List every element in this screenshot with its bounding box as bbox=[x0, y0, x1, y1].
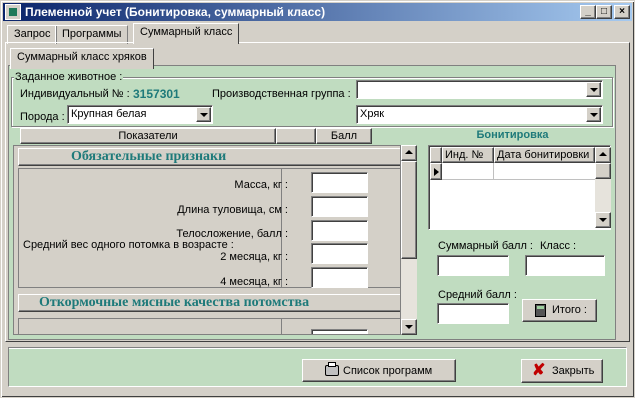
total-button[interactable]: Итого : bbox=[522, 299, 597, 322]
field-input-mass[interactable] bbox=[311, 172, 368, 193]
grid-header-ind-number[interactable]: Инд. № bbox=[442, 147, 494, 163]
close-x-icon: ✘ bbox=[532, 362, 546, 379]
title-bar[interactable]: Племенной учет (Бонитировка, суммарный к… bbox=[3, 3, 632, 21]
field-input-4-months[interactable] bbox=[311, 267, 368, 288]
field-input-body-length[interactable] bbox=[311, 196, 368, 217]
scroll-thumb[interactable] bbox=[401, 161, 417, 259]
animal-group-label: Заданное животное : bbox=[14, 71, 124, 83]
field-input-2-months[interactable] bbox=[311, 243, 368, 264]
header-score: Балл bbox=[316, 128, 372, 144]
chevron-up-icon bbox=[405, 150, 413, 154]
sex-value: Хряк bbox=[360, 108, 385, 120]
grid-cell[interactable] bbox=[442, 163, 494, 180]
window-title: Племенной учет (Бонитировка, суммарный к… bbox=[25, 5, 326, 19]
tab-summary-class[interactable]: Суммарный класс bbox=[133, 23, 240, 44]
offspring-weight-label: Средний вес одного потомка в возрасте : bbox=[23, 239, 234, 251]
indicators-scroll-area[interactable]: Обязательные признаки Масса, кг : Длина … bbox=[13, 145, 401, 335]
close-button[interactable]: ✘ Закрыть bbox=[521, 359, 603, 383]
chevron-down-icon bbox=[405, 325, 413, 329]
total-button-label: Итого : bbox=[552, 304, 587, 316]
calculator-icon bbox=[535, 304, 546, 317]
total-score-label: Суммарный балл : bbox=[438, 240, 533, 252]
calculator-display bbox=[537, 306, 544, 309]
field-label-4-months: 4 месяца, кг : bbox=[220, 276, 288, 288]
field-input-conformation[interactable] bbox=[311, 220, 368, 241]
mandatory-section-title: Обязательные признаки bbox=[71, 149, 227, 164]
grid-scroll-thumb[interactable] bbox=[595, 163, 611, 179]
mandatory-fields-panel: Масса, кг : Длина туловища, см : Телосло… bbox=[18, 168, 400, 288]
breed-combo[interactable]: Крупная белая bbox=[67, 105, 213, 124]
fattening-section-title: Откормочные мясные качества потомства bbox=[39, 295, 310, 310]
total-score-field[interactable] bbox=[437, 255, 509, 276]
grid-corner bbox=[430, 147, 442, 163]
grid-header-bonitation-date[interactable]: Дата бонитировки bbox=[494, 147, 595, 163]
grid-row-indicator bbox=[430, 163, 442, 180]
row-pointer-icon bbox=[434, 168, 439, 176]
header-bonitation: Бонитировка bbox=[476, 129, 549, 141]
chevron-down-icon bbox=[590, 113, 598, 117]
field-label-mass: Масса, кг : bbox=[234, 179, 288, 191]
app-icon bbox=[5, 4, 21, 20]
header-indicators: Показатели bbox=[20, 128, 276, 144]
scroll-down-button[interactable] bbox=[401, 319, 417, 335]
programs-list-button[interactable]: Список программ bbox=[302, 359, 456, 382]
bonitation-grid[interactable]: Инд. № Дата бонитировки bbox=[428, 145, 611, 230]
breed-label: Порода : bbox=[20, 111, 65, 123]
close-window-button[interactable]: × bbox=[614, 5, 630, 19]
fattening-section-header: Откормочные мясные качества потомства bbox=[18, 294, 400, 312]
sex-combo[interactable]: Хряк bbox=[356, 105, 603, 124]
individual-number-label: Индивидуальный № : bbox=[20, 88, 130, 100]
minimize-button[interactable]: _ bbox=[580, 5, 596, 19]
sex-dropdown-button[interactable] bbox=[586, 107, 601, 122]
subtab-boars-summary-class[interactable]: Суммарный класс хряков bbox=[10, 48, 154, 69]
chevron-down-icon bbox=[590, 88, 598, 92]
header-spacer bbox=[276, 128, 316, 144]
average-score-label: Средний балл : bbox=[438, 289, 517, 301]
grid-scroll-up-button[interactable] bbox=[595, 147, 611, 163]
average-score-field[interactable] bbox=[437, 303, 509, 324]
class-label: Класс : bbox=[540, 240, 577, 252]
individual-number-value: 3157301 bbox=[133, 87, 180, 101]
fattening-fields-panel bbox=[18, 318, 400, 334]
field-label-body-length: Длина туловища, см : bbox=[177, 204, 288, 216]
printer-icon bbox=[325, 362, 339, 376]
grid-cell[interactable] bbox=[494, 163, 595, 180]
column-divider bbox=[281, 319, 282, 334]
close-button-label: Закрыть bbox=[552, 365, 595, 377]
grid-scroll-down-button[interactable] bbox=[595, 212, 611, 228]
field-label-2-months: 2 месяца, кг : bbox=[220, 251, 288, 263]
chevron-down-icon bbox=[599, 218, 607, 222]
mandatory-section-header: Обязательные признаки bbox=[18, 148, 400, 166]
programs-list-button-label: Список программ bbox=[343, 365, 433, 377]
production-group-combo[interactable] bbox=[356, 80, 603, 99]
scroll-up-button[interactable] bbox=[401, 145, 417, 161]
maximize-button[interactable]: □ bbox=[596, 5, 612, 19]
production-group-label: Производственная группа : bbox=[212, 88, 351, 100]
indicators-scrollbar[interactable] bbox=[401, 145, 417, 335]
production-group-dropdown-button[interactable] bbox=[586, 82, 601, 97]
grid-scrollbar[interactable] bbox=[595, 147, 611, 228]
chevron-up-icon bbox=[599, 152, 607, 156]
breed-value: Крупная белая bbox=[71, 108, 147, 120]
printer-paper bbox=[328, 362, 336, 367]
field-input-fattening[interactable] bbox=[311, 329, 368, 334]
class-field[interactable] bbox=[525, 255, 605, 276]
chevron-down-icon bbox=[200, 113, 208, 117]
breed-dropdown-button[interactable] bbox=[196, 107, 211, 122]
